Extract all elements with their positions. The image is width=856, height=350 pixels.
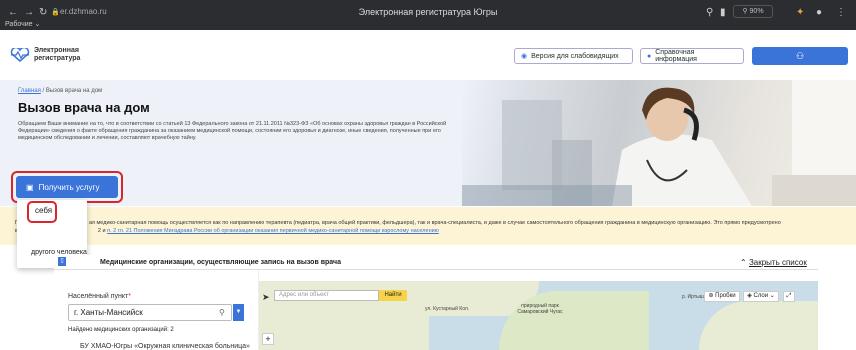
extension-icon[interactable]: ✦ xyxy=(796,7,804,18)
layers-icon: ◈ xyxy=(747,293,752,299)
info-text: Пая медико-санитарная помощь осуществляе… xyxy=(15,220,781,234)
option-self[interactable]: себя xyxy=(35,206,52,215)
locate-arrow-icon[interactable]: ➤ xyxy=(262,292,270,303)
logo-text: Электронная регистратура xyxy=(34,47,81,62)
search-icon[interactable]: ⚲ xyxy=(219,308,225,317)
map-river-label: р. Иртыш xyxy=(682,294,704,300)
breadcrumb: Главная / Вызов врача на дом xyxy=(18,88,102,94)
eye-icon: ◉ xyxy=(521,53,528,60)
breadcrumb-current: / Вызов врача на дом xyxy=(42,88,103,94)
traffic-button[interactable]: ⊛ Пробки xyxy=(704,291,740,302)
city-label: Населённый пункт* xyxy=(68,293,131,300)
chevron-down-icon[interactable]: ▼ xyxy=(233,304,244,321)
breadcrumb-home-link[interactable]: Главная xyxy=(18,88,41,94)
low-vision-button[interactable]: ◉ Версия для слабовидящих xyxy=(514,48,633,64)
menu-icon[interactable]: ⋮ xyxy=(836,7,846,18)
map-park-label: природный парк Самаровский Чугас xyxy=(517,303,563,315)
regulation-link[interactable]: п. 2 гл. 21 Положения Минздрава России о… xyxy=(107,228,439,234)
highlight-ring xyxy=(11,171,123,203)
orgs-title: Медицинские организации, осуществляющие … xyxy=(100,259,341,266)
location-icon[interactable]: ⚲ xyxy=(706,7,713,18)
page-title: Вызов врача на дом xyxy=(18,100,150,115)
hospital-icon: ▯ xyxy=(58,257,66,266)
found-count: Найдено медицинских организаций: 2 xyxy=(68,327,174,333)
map-search-input[interactable]: Адрес или объект xyxy=(274,290,379,301)
map-find-button[interactable]: Найти xyxy=(379,290,407,301)
user-icon: ⚇ xyxy=(795,51,805,61)
info-icon: ● xyxy=(647,52,652,60)
zoom-indicator[interactable]: ⚲ 90% xyxy=(733,5,773,18)
doctor-photo xyxy=(462,80,856,206)
map-street-label: ул. Кустарный Кол. xyxy=(425,306,470,312)
close-list-link[interactable]: ⌃ Закрыть список xyxy=(740,258,807,267)
layers-button[interactable]: ◈ Слои ⌄ xyxy=(743,291,779,302)
city-input[interactable]: г. Ханты-Мансийск xyxy=(68,304,232,321)
bookmark-icon[interactable]: ▮ xyxy=(720,7,726,18)
privacy-notice: Обращаем Ваше внимание на то, что в соот… xyxy=(18,121,447,141)
window-title: Электронная регистратура Югры xyxy=(358,7,498,17)
fullscreen-icon[interactable]: ⤢ xyxy=(783,291,795,302)
zoom-in-button[interactable]: + xyxy=(262,333,274,345)
profile-icon[interactable]: ● xyxy=(816,7,822,18)
bookmarks-folder[interactable]: Рабочие ⌄ xyxy=(5,20,40,28)
account-button[interactable]: ⚇ xyxy=(752,47,848,65)
traffic-icon: ⊛ xyxy=(708,293,714,299)
chevron-up-icon: ⌃ xyxy=(740,258,747,267)
org-list-item[interactable]: БУ ХМАО-Югры «Окружная клиническая больн… xyxy=(80,343,250,350)
help-button[interactable]: ● Справочная информация xyxy=(640,48,744,64)
site-logo[interactable]: Электронная регистратура xyxy=(10,47,94,63)
browser-chrome: ← → ↻ 🔒 er.dzhmao.ru Электронная регистр… xyxy=(0,0,856,30)
heart-pulse-icon xyxy=(10,48,30,62)
